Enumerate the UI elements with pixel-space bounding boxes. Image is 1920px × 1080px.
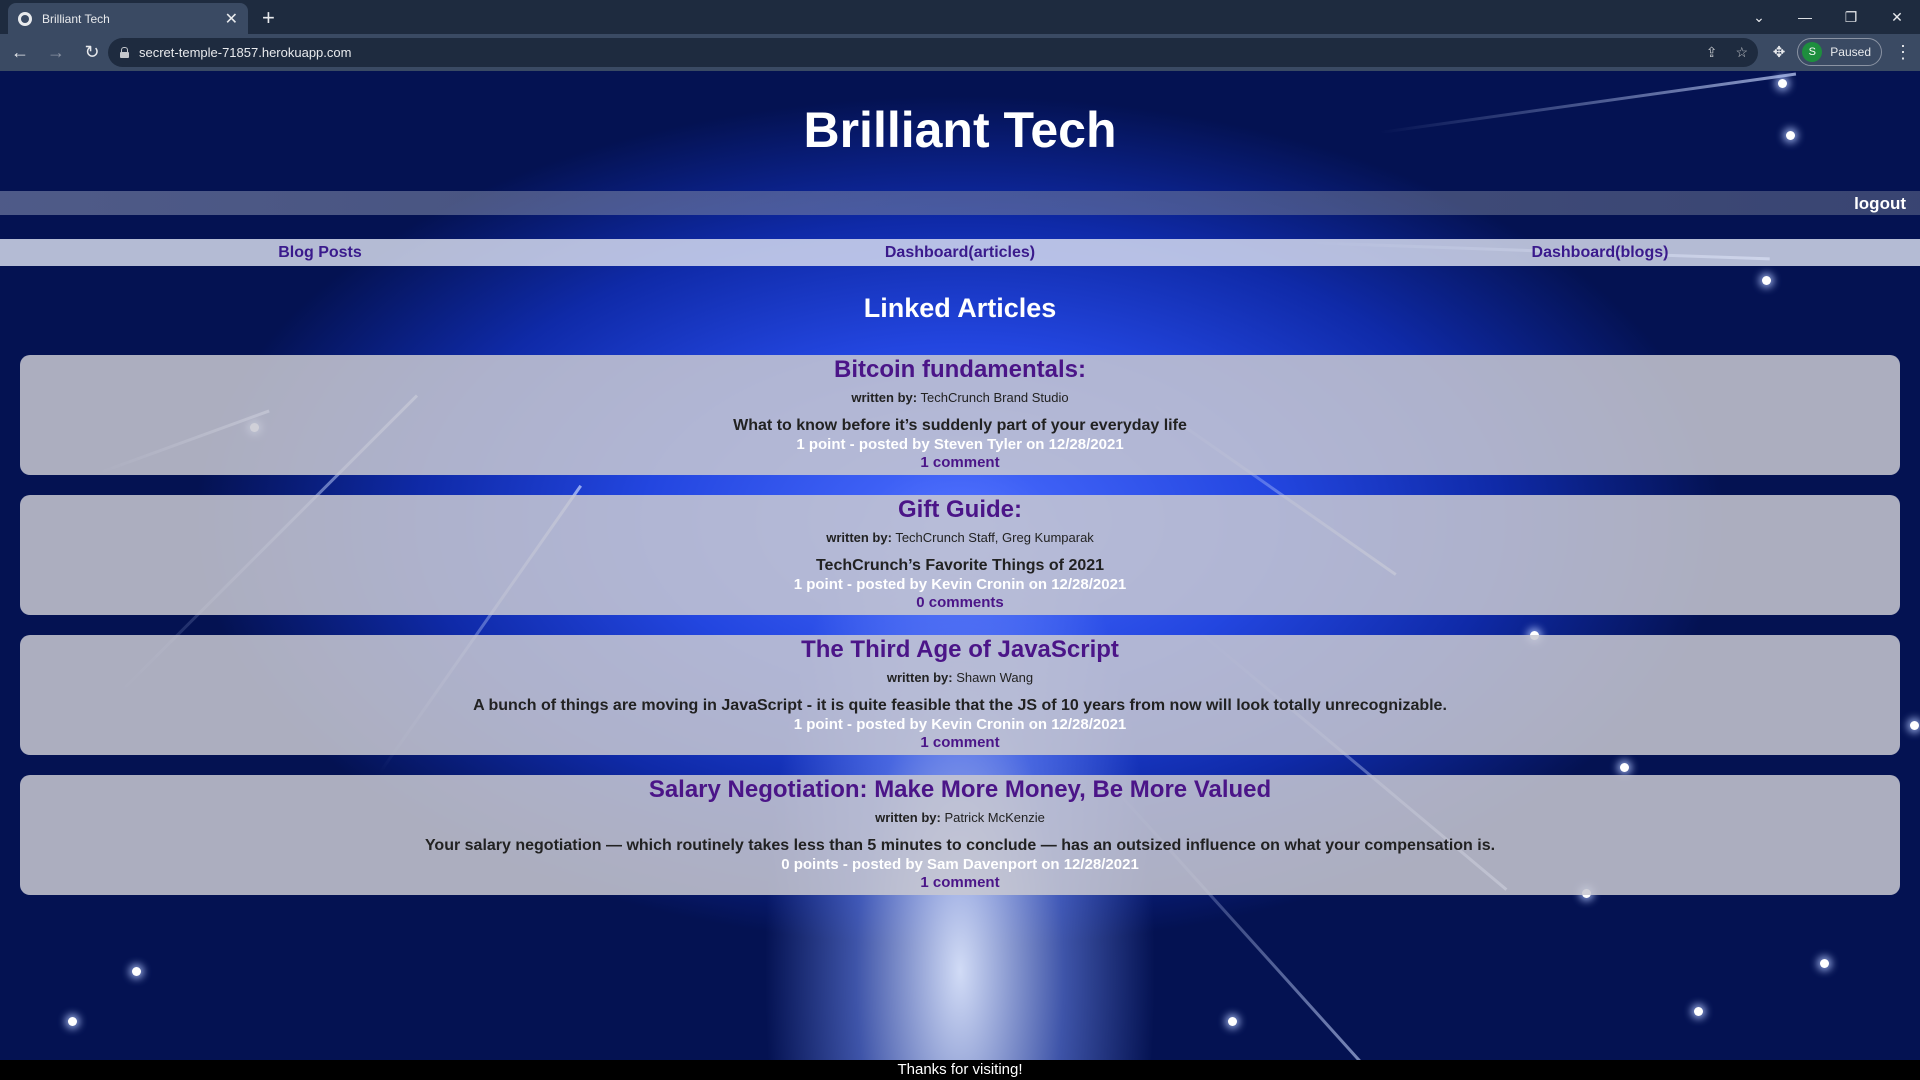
background-light-dot — [132, 967, 141, 976]
minimize-icon[interactable]: — — [1782, 9, 1828, 25]
extensions-puzzle-icon[interactable]: ✥ — [1773, 43, 1786, 61]
lock-icon[interactable] — [120, 47, 129, 58]
page-viewport: Brilliant Tech logout Blog Posts Dashboa… — [0, 71, 1920, 1080]
tab-title: Brilliant Tech — [42, 11, 110, 26]
nav-dashboard-blogs[interactable]: Dashboard(blogs) — [1280, 239, 1920, 266]
avatar: S — [1802, 42, 1823, 62]
article-comments-link[interactable]: 1 comment — [20, 734, 1900, 752]
article-list: Bitcoin fundamentals: written by: TechCr… — [20, 355, 1900, 915]
new-tab-icon[interactable]: + — [262, 5, 275, 31]
nav-blog-posts[interactable]: Blog Posts — [0, 239, 640, 266]
article-description: TechCrunch’s Favorite Things of 2021 — [815, 557, 1105, 574]
address-bar[interactable]: secret-temple-71857.herokuapp.com ⇪ ☆ — [108, 38, 1758, 67]
share-icon[interactable]: ⇪ — [1706, 44, 1718, 61]
article-card: The Third Age of JavaScript written by: … — [20, 635, 1900, 755]
article-description: Your salary negotiation — which routinel… — [424, 837, 1496, 854]
site-title: Brilliant Tech — [803, 102, 1117, 158]
bookmark-star-icon[interactable]: ☆ — [1735, 44, 1748, 61]
background-light-dot — [1778, 79, 1787, 88]
back-arrow-icon[interactable]: ← — [4, 42, 36, 63]
article-title-link[interactable]: Gift Guide: — [20, 496, 1900, 524]
article-title-link[interactable]: Bitcoin fundamentals: — [20, 356, 1900, 384]
close-tab-icon[interactable]: ✕ — [225, 9, 238, 29]
article-author: written by: Patrick McKenzie — [875, 810, 1045, 825]
close-window-icon[interactable]: ✕ — [1874, 9, 1920, 26]
forward-arrow-icon[interactable]: → — [40, 42, 72, 63]
profile-status: Paused — [1830, 45, 1871, 59]
section-title: Linked Articles — [863, 293, 1057, 323]
profile-button[interactable]: S Paused — [1797, 38, 1882, 66]
article-meta: 1 point - posted by Kevin Cronin on 12/2… — [793, 576, 1127, 593]
article-card: Bitcoin fundamentals: written by: TechCr… — [20, 355, 1900, 475]
article-title-link[interactable]: The Third Age of JavaScript — [20, 636, 1900, 664]
window-controls: ⌄ — ❐ ✕ — [1736, 0, 1920, 34]
article-title-link[interactable]: Salary Negotiation: Make More Money, Be … — [20, 776, 1900, 804]
article-author: written by: TechCrunch Brand Studio — [851, 390, 1069, 405]
article-author: written by: Shawn Wang — [886, 670, 1034, 685]
article-description: A bunch of things are moving in JavaScri… — [473, 697, 1447, 714]
background-light-dot — [1228, 1017, 1237, 1026]
logout-bar: logout — [0, 191, 1920, 215]
url-text[interactable]: secret-temple-71857.herokuapp.com — [139, 45, 351, 60]
nav-dashboard-articles[interactable]: Dashboard(articles) — [640, 239, 1280, 266]
article-comments-link[interactable]: 1 comment — [20, 874, 1900, 892]
article-description: What to know before it’s suddenly part o… — [733, 417, 1187, 434]
background-light-dot — [68, 1017, 77, 1026]
browser-tab[interactable]: Brilliant Tech ✕ — [8, 3, 248, 34]
article-meta: 1 point - posted by Kevin Cronin on 12/2… — [793, 716, 1127, 733]
article-card: Salary Negotiation: Make More Money, Be … — [20, 775, 1900, 895]
article-meta: 0 points - posted by Sam Davenport on 12… — [781, 856, 1139, 873]
background-light-dot — [1762, 276, 1771, 285]
page-footer: Thanks for visiting! — [0, 1060, 1920, 1080]
background-light-dot — [1910, 721, 1919, 730]
article-comments-link[interactable]: 1 comment — [20, 454, 1900, 472]
kebab-menu-icon[interactable]: ⋮ — [1894, 42, 1912, 63]
article-author: written by: TechCrunch Staff, Greg Kumpa… — [826, 530, 1094, 545]
article-meta: 1 point - posted by Steven Tyler on 12/2… — [796, 436, 1124, 453]
article-card: Gift Guide: written by: TechCrunch Staff… — [20, 495, 1900, 615]
article-comments-link[interactable]: 0 comments — [20, 594, 1900, 612]
restore-icon[interactable]: ❐ — [1828, 9, 1874, 26]
logout-link[interactable]: logout — [1854, 194, 1906, 214]
main-nav: Blog Posts Dashboard(articles) Dashboard… — [0, 239, 1920, 266]
reload-icon[interactable]: ↻ — [76, 42, 108, 63]
browser-titlebar: Brilliant Tech ✕ + ⌄ — ❐ ✕ — [0, 0, 1920, 34]
background-light-dot — [1820, 959, 1829, 968]
globe-icon — [18, 11, 32, 26]
browser-toolbar: ← → ↻ secret-temple-71857.herokuapp.com … — [0, 34, 1920, 71]
background-light-dot — [1694, 1007, 1703, 1016]
tab-search-icon[interactable]: ⌄ — [1736, 9, 1782, 26]
